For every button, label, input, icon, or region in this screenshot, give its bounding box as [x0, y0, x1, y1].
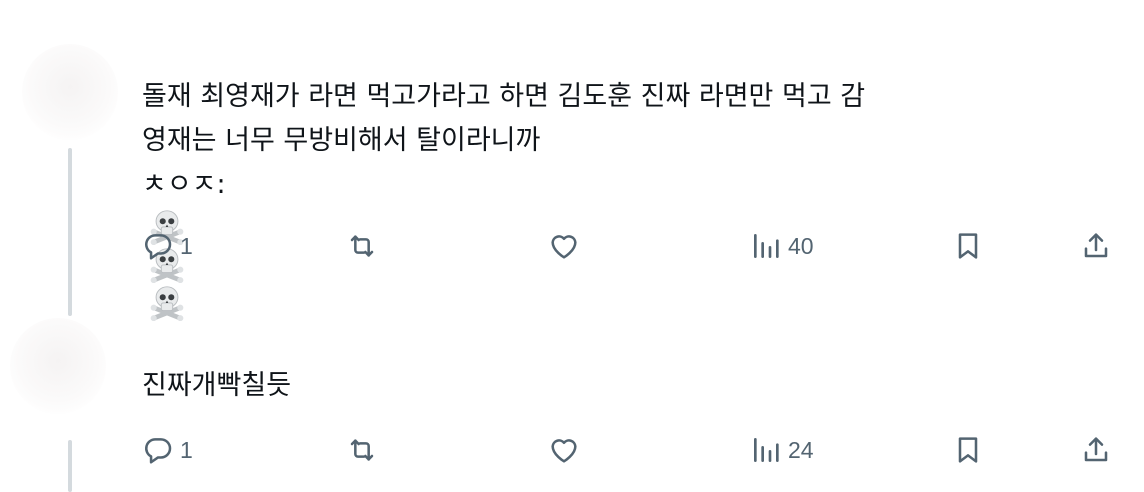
post-text: 진짜개빡칠듯 [142, 364, 291, 408]
reply-count: 1 [180, 232, 193, 259]
analytics-icon [750, 230, 782, 262]
bookmark-icon [952, 230, 984, 262]
thread-line [68, 148, 72, 316]
bookmark-button[interactable] [952, 430, 984, 470]
share-icon [1080, 230, 1112, 262]
views-button[interactable]: 24 [750, 430, 814, 470]
reply-count: 1 [180, 436, 193, 463]
thread-line [68, 440, 72, 492]
action-bar: 1 24 [142, 430, 1122, 470]
post-text-line: 진짜개빡칠듯 [142, 370, 292, 401]
analytics-icon [750, 434, 782, 466]
share-button[interactable] [1080, 226, 1112, 266]
like-button[interactable] [548, 430, 580, 470]
views-count: 40 [788, 232, 814, 259]
repost-icon [346, 230, 378, 262]
reply-icon [142, 434, 174, 466]
bookmark-button[interactable] [952, 226, 984, 266]
reply-icon [142, 230, 174, 262]
avatar[interactable] [22, 44, 118, 140]
action-bar: 1 40 [142, 226, 1122, 266]
share-button[interactable] [1080, 430, 1112, 470]
avatar[interactable] [10, 318, 106, 414]
repost-button[interactable] [346, 430, 378, 470]
like-button[interactable] [548, 226, 580, 266]
reply-button[interactable]: 1 [142, 226, 193, 266]
post-text-line: 돌재 최영재가 라면 먹고가라고 하면 김도훈 진짜 라면만 먹고 감 [142, 81, 866, 112]
skull-crossbones-icon [148, 283, 186, 321]
post-text-line-prefix: ㅊㅇㅈ: [142, 169, 226, 200]
share-icon [1080, 434, 1112, 466]
heart-icon [548, 230, 580, 262]
heart-icon [548, 434, 580, 466]
views-button[interactable]: 40 [750, 226, 814, 266]
post-text-line: 영재는 너무 무방비해서 탈이라니까 [142, 125, 541, 156]
repost-icon [346, 434, 378, 466]
views-count: 24 [788, 436, 814, 463]
repost-button[interactable] [346, 226, 378, 266]
bookmark-icon [952, 434, 984, 466]
reply-button[interactable]: 1 [142, 430, 193, 470]
post-text: 돌재 최영재가 라면 먹고가라고 하면 김도훈 진짜 라면만 먹고 감 영재는 … [142, 75, 865, 321]
